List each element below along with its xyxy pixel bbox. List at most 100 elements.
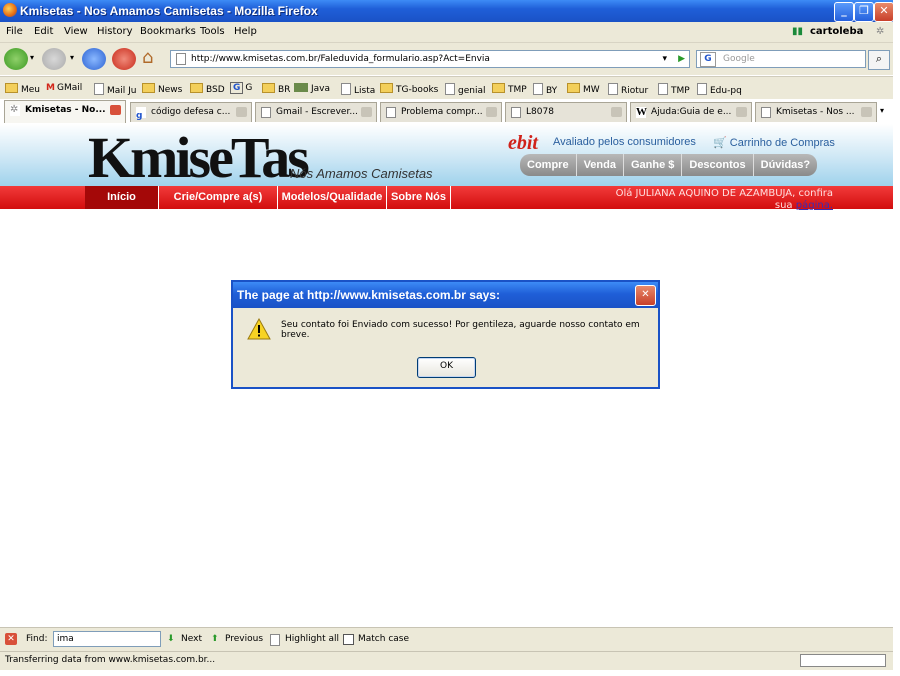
tab-problema[interactable]: Problema compr...: [380, 102, 502, 122]
bookmark-item[interactable]: Mail Ju: [94, 83, 137, 96]
close-tab-icon[interactable]: [611, 107, 622, 117]
google-icon: G: [230, 82, 244, 94]
menu-help[interactable]: Help: [234, 26, 257, 37]
dialog-close-button[interactable]: ✕: [635, 285, 656, 306]
close-tab-icon[interactable]: [736, 107, 747, 117]
nav-modelos[interactable]: Modelos/Qualidade: [278, 186, 387, 209]
back-icon[interactable]: [4, 48, 28, 70]
bookmark-item[interactable]: genial: [445, 83, 485, 96]
bookmark-item[interactable]: Lista: [341, 83, 375, 96]
pill-compre[interactable]: Compre: [520, 154, 577, 176]
menu-edit[interactable]: Edit: [34, 26, 53, 37]
menu-file[interactable]: File: [6, 26, 23, 37]
page-icon: [608, 83, 618, 95]
tab-list-icon[interactable]: ▾: [880, 106, 884, 115]
page-icon: [697, 83, 707, 95]
tab-codigo[interactable]: g código defesa c...: [130, 102, 252, 122]
address-dropdown-icon[interactable]: ▾: [662, 51, 667, 67]
menu-bookmarks[interactable]: Bookmarks: [140, 26, 196, 37]
status-bar: Transferring data from www.kmisetas.com.…: [0, 651, 893, 670]
ebit-logo[interactable]: ebit: [508, 132, 538, 155]
bookmark-item[interactable]: TMP: [658, 83, 690, 96]
bookmark-item[interactable]: BY: [533, 83, 557, 96]
tab-l8078[interactable]: L8078: [505, 102, 627, 122]
arrow-down-icon: ⬇: [167, 634, 175, 644]
bookmark-item[interactable]: BSD: [190, 83, 225, 95]
tab-ajuda[interactable]: W Ajuda:Guia de e...: [630, 102, 752, 122]
tab-kmisetas-2[interactable]: Kmisetas - Nos ...: [755, 102, 877, 122]
find-next-button[interactable]: Next: [181, 634, 202, 644]
maximize-button[interactable]: ❐: [854, 2, 874, 22]
bookmark-item[interactable]: Edu-pq: [697, 83, 742, 96]
home-icon[interactable]: ⌂: [142, 47, 153, 68]
back-dropdown-icon[interactable]: ▾: [30, 53, 34, 62]
close-tab-icon[interactable]: [236, 107, 247, 117]
site-slogan: Nós Amamos Camisetas: [290, 166, 433, 181]
ok-button[interactable]: OK: [417, 357, 476, 378]
bookmark-item[interactable]: TMP: [492, 83, 527, 95]
bookmark-item[interactable]: TG-books: [380, 83, 438, 95]
match-case-checkbox[interactable]: [343, 634, 358, 647]
search-icon[interactable]: ⌕: [868, 50, 890, 70]
page-icon: [261, 107, 271, 118]
menu-history[interactable]: History: [97, 26, 133, 37]
dialog-message: Seu contato foi Enviado com sucesso! Por…: [281, 320, 640, 340]
page-icon: [533, 83, 543, 95]
google-icon[interactable]: G: [700, 52, 716, 67]
close-find-icon[interactable]: ✕: [5, 633, 17, 645]
bookmark-item[interactable]: MW: [567, 83, 600, 95]
stop-icon[interactable]: [112, 48, 136, 70]
bookmarks-toolbar: Meu M GMail Mail Ju News BSD GG BR Java L…: [0, 76, 893, 99]
user-name[interactable]: cartoleba: [810, 26, 863, 37]
bookmark-item[interactable]: GG: [230, 82, 252, 94]
bookmark-item[interactable]: Meu: [5, 83, 40, 95]
tab-kmisetas[interactable]: ✲ Kmisetas - No...: [4, 100, 126, 123]
bookmark-item[interactable]: M GMail: [46, 83, 82, 93]
page-icon: [341, 83, 351, 95]
highlight-all-button[interactable]: Highlight all: [285, 634, 339, 644]
window-title-bar: Kmisetas - Nos Amamos Camisetas - Mozill…: [0, 0, 894, 22]
bookmark-item[interactable]: BR: [262, 83, 290, 95]
find-input[interactable]: ima: [53, 631, 161, 647]
cart-link[interactable]: 🛒 Carrinho de Compras: [713, 136, 835, 149]
bookmark-item[interactable]: Riotur: [608, 83, 648, 96]
search-placeholder: Google: [723, 54, 755, 64]
close-tab-icon[interactable]: [861, 107, 872, 117]
pill-venda[interactable]: Venda: [577, 154, 624, 176]
site-header: KmiseTas Nós Amamos Camisetas ebit Avali…: [0, 124, 893, 190]
site-logo[interactable]: KmiseTas: [88, 124, 310, 191]
bookmark-item[interactable]: News: [142, 83, 182, 95]
pill-ganhe[interactable]: Ganhe $: [624, 154, 683, 176]
forward-dropdown-icon[interactable]: ▾: [70, 53, 74, 62]
close-tab-icon[interactable]: [361, 107, 372, 117]
menu-tools[interactable]: Tools: [200, 26, 225, 37]
bookmark-item[interactable]: Java: [294, 83, 330, 94]
sun-icon: [294, 83, 308, 92]
page-icon: [386, 107, 396, 118]
nav-crie[interactable]: Crie/Compre a(s) Sua(s)!: [159, 186, 278, 225]
minimize-button[interactable]: _: [834, 2, 854, 22]
ebit-text[interactable]: Avaliado pelos consumidores: [553, 136, 696, 148]
menu-view[interactable]: View: [64, 26, 88, 37]
search-input[interactable]: G Google: [696, 50, 866, 68]
pill-duvidas[interactable]: Dúvidas?: [754, 154, 818, 176]
arrow-up-icon: ⬆: [211, 634, 219, 644]
gmail-icon: M: [46, 83, 55, 93]
folder-icon: [142, 83, 155, 93]
close-window-button[interactable]: ✕: [874, 2, 894, 22]
close-tab-icon[interactable]: [110, 105, 121, 115]
forward-icon[interactable]: [42, 48, 66, 70]
pill-descontos[interactable]: Descontos: [682, 154, 754, 176]
warning-icon: [247, 318, 271, 340]
find-previous-button[interactable]: Previous: [225, 634, 263, 644]
folder-icon: [380, 83, 393, 93]
reload-icon[interactable]: [82, 48, 106, 70]
nav-inicio[interactable]: Início: [85, 186, 159, 209]
close-tab-icon[interactable]: [486, 107, 497, 117]
page-icon: [511, 107, 521, 118]
address-bar[interactable]: http://www.kmisetas.com.br/Faleduvida_fo…: [170, 50, 690, 68]
tab-gmail[interactable]: Gmail - Escrever...: [255, 102, 377, 122]
nav-sobre[interactable]: Sobre Nós: [387, 186, 451, 209]
user-page-link[interactable]: página.: [796, 200, 833, 211]
go-icon[interactable]: ▶: [678, 51, 685, 67]
